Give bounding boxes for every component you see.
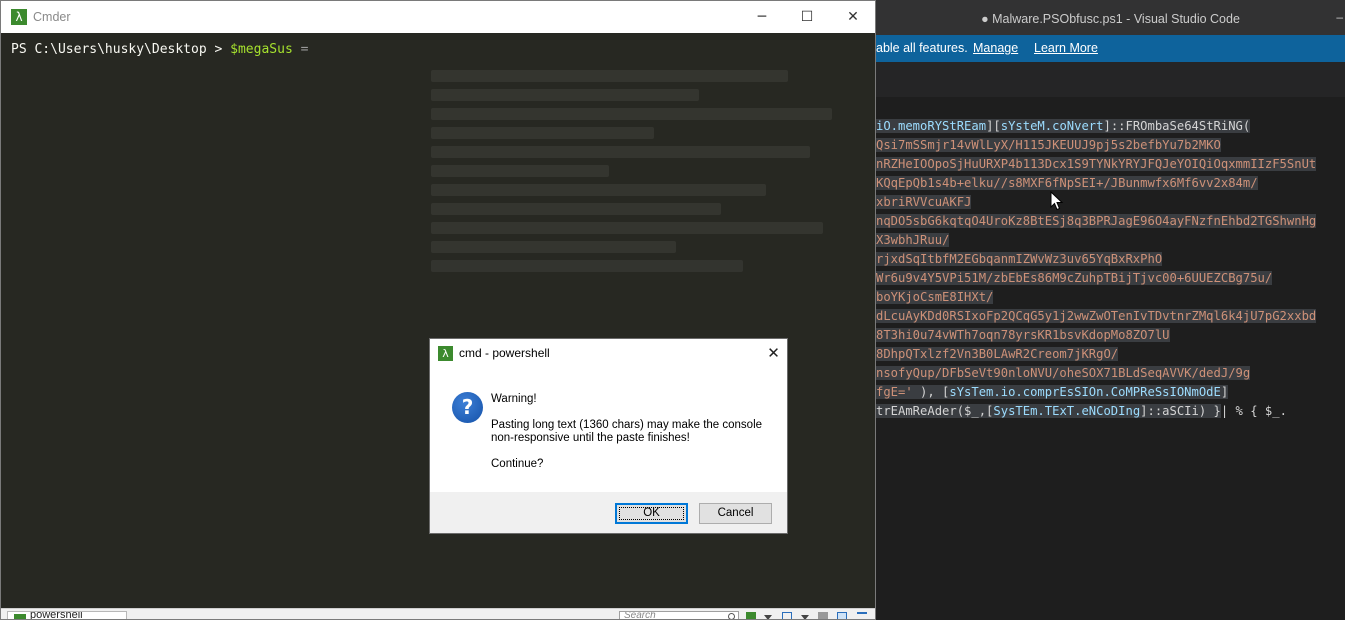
search-icon — [728, 613, 735, 619]
new-console-icon[interactable] — [746, 612, 756, 619]
code-token: ][ — [986, 119, 1001, 133]
prompt-operator: = — [292, 42, 309, 57]
code-token: ] — [1220, 385, 1229, 399]
dialog-warning-heading: Warning! — [491, 393, 537, 405]
close-button[interactable]: ✕ — [830, 1, 875, 33]
mouse-cursor-icon — [1050, 191, 1064, 211]
console-tab-label: powershell — [30, 611, 83, 620]
lambda-icon: λ — [11, 9, 27, 25]
code-token: nsofyQup/DFbSeVt90nloNVU/oheSOX71BLdSeqA… — [876, 366, 1251, 380]
window-icon[interactable] — [782, 612, 792, 619]
paste-warning-dialog: λ cmd - powershell ✕ ? Warning! Pasting … — [429, 338, 788, 534]
split-view-icon[interactable] — [837, 612, 847, 619]
notification-message: able all features. — [876, 41, 968, 55]
dialog-button-bar: OK Cancel — [430, 492, 787, 533]
dialog-close-button[interactable]: ✕ — [760, 339, 787, 368]
dialog-title: cmd - powershell — [459, 346, 550, 360]
vscode-minimize-button[interactable]: – — [1336, 10, 1343, 24]
chevron-down-icon[interactable] — [801, 615, 809, 619]
minimize-button[interactable]: ─ — [739, 1, 785, 33]
code-token: sYsTem.io.comprEsSIOn.CoMPReSsIONmOdE — [949, 385, 1221, 399]
code-token: SysTEm.TExT.eNCoDIng — [993, 404, 1141, 418]
code-token: trEAmReAder($_,[ — [876, 404, 994, 418]
code-line: rjxdSqItbfM2EGbqanmIZWvWz3uv65YqBxRxPhO — [876, 250, 1163, 269]
console-tab-powershell[interactable]: powershell — [7, 611, 127, 620]
code-token: ), [ — [912, 385, 950, 399]
dialog-body: ? Warning! Pasting long text (1360 chars… — [430, 368, 787, 492]
code-line: iO.memoRYStREam][sYsteM.coNvert]::FROmba… — [876, 117, 1251, 136]
code-line: KQqEpQb1s4b+elku//s8MXF6fNpSEI+/JBunmwfx… — [876, 174, 1258, 193]
status-search-input[interactable]: Search — [619, 611, 739, 620]
code-token: boYKjoCsmE8IHXt/ — [876, 290, 994, 304]
code-line: 8DhpQTxlzf2Vn3B0LAwR2Creom7jKRgO/ — [876, 345, 1119, 364]
lambda-icon: λ — [438, 346, 453, 361]
cmder-title: Cmder — [33, 10, 71, 24]
cancel-button[interactable]: Cancel — [699, 503, 772, 524]
vscode-window-title: ● Malware.PSObfusc.ps1 - Visual Studio C… — [981, 12, 1240, 26]
code-line: Qsi7mSSmjr14vWlLyX/H115JKEUUJ9pj5s2befbY… — [876, 136, 1221, 155]
lock-icon[interactable] — [818, 612, 828, 619]
code-line: X3wbhJRuu/ — [876, 231, 950, 250]
code-token: KQqEpQb1s4b+elku//s8MXF6fNpSEI+/JBunmwfx… — [876, 176, 1258, 190]
code-token: sYsteM.coNvert — [1000, 119, 1104, 133]
code-line: nqDO5sbG6kqtqO4UroKz8BtESj8q3BPRJagE96O4… — [876, 212, 1317, 231]
code-line: nRZHeIOOpoSjHuURXP4b113Dcx1S9TYNkYRYJFQJ… — [876, 155, 1317, 174]
prompt-variable: $megaSus — [230, 42, 293, 57]
code-editor[interactable]: iO.memoRYStREam][sYsteM.coNvert]::FROmba… — [876, 97, 1345, 620]
cmder-titlebar[interactable]: λ Cmder ─ ☐ ✕ — [1, 1, 875, 33]
dialog-message-line2: non-responsive until the paste finishes! — [491, 432, 690, 444]
dialog-titlebar[interactable]: λ cmd - powershell ✕ — [430, 339, 787, 368]
code-line: nsofyQup/DFbSeVt90nloNVU/oheSOX71BLdSeqA… — [876, 364, 1251, 383]
code-line: fgE=' ), [sYsTem.io.comprEsSIOn.CoMPReSs… — [876, 383, 1229, 402]
search-placeholder: Search — [624, 611, 656, 620]
code-token: iO.memoRYStREam — [876, 119, 987, 133]
code-token: X3wbhJRuu/ — [876, 233, 950, 247]
code-line: dLcuAyKDd0RSIxoFp2QCqG5y1j2wwZwOTenIvTDv… — [876, 307, 1317, 326]
code-token: | % { $_. — [1220, 404, 1287, 418]
cmder-status-bar: powershell Search — [1, 608, 875, 620]
code-token: rjxdSqItbfM2EGbqanmIZWvWz3uv65YqBxRxPhO — [876, 252, 1163, 266]
code-token: Qsi7mSSmjr14vWlLyX/H115JKEUUJ9pj5s2befbY… — [876, 138, 1221, 152]
code-token: 8T3hi0u74vWTh7oqn78yrsKR1bsvKdopMo8ZO7lU — [876, 328, 1170, 342]
dialog-message-line1: Pasting long text (1360 chars) may make … — [491, 419, 763, 431]
menu-icon[interactable] — [857, 612, 867, 619]
chevron-down-icon[interactable] — [764, 615, 772, 619]
question-icon: ? — [452, 392, 483, 423]
code-token: nRZHeIOOpoSjHuURXP4b113Dcx1S9TYNkYRYJFQJ… — [876, 157, 1317, 171]
translucent-background-text — [431, 63, 875, 363]
dialog-continue-question: Continue? — [491, 458, 544, 470]
code-token: xbriRVVcuAKFJ — [876, 195, 972, 209]
code-line: xbriRVVcuAKFJ — [876, 193, 972, 212]
code-line: Wr6u9v4Y5VPi51M/zbEbEs86M9cZuhpTBijTjvc0… — [876, 269, 1273, 288]
code-token: ]::aSCIi) } — [1140, 404, 1221, 418]
code-token: ]::FROmbaSe64StRiNG( — [1103, 119, 1251, 133]
code-token: Wr6u9v4Y5VPi51M/zbEbEs86M9cZuhpTBijTjvc0… — [876, 271, 1273, 285]
code-token: nqDO5sbG6kqtqO4UroKz8BtESj8q3BPRJagE96O4… — [876, 214, 1317, 228]
code-line: trEAmReAder($_,[SysTEm.TExT.eNCoDIng]::a… — [876, 402, 1287, 421]
focus-rectangle — [619, 507, 684, 520]
maximize-button[interactable]: ☐ — [784, 1, 830, 33]
code-line: 8T3hi0u74vWTh7oqn78yrsKR1bsvKdopMo8ZO7lU — [876, 326, 1170, 345]
notification-learn-more-link[interactable]: Learn More — [1034, 35, 1098, 62]
ok-button[interactable]: OK — [615, 503, 688, 524]
lambda-icon — [14, 614, 26, 619]
code-token: fgE=' — [876, 385, 913, 399]
code-line: boYKjoCsmE8IHXt/ — [876, 288, 994, 307]
console-prompt-line: PS C:\Users\husky\Desktop > $megaSus = — [11, 41, 308, 59]
code-token: 8DhpQTxlzf2Vn3B0LAwR2Creom7jKRgO/ — [876, 347, 1119, 361]
code-token: dLcuAyKDd0RSIxoFp2QCqG5y1j2wwZwOTenIvTDv… — [876, 309, 1317, 323]
notification-manage-link[interactable]: Manage — [973, 35, 1018, 62]
prompt-path: PS C:\Users\husky\Desktop > — [11, 42, 231, 57]
